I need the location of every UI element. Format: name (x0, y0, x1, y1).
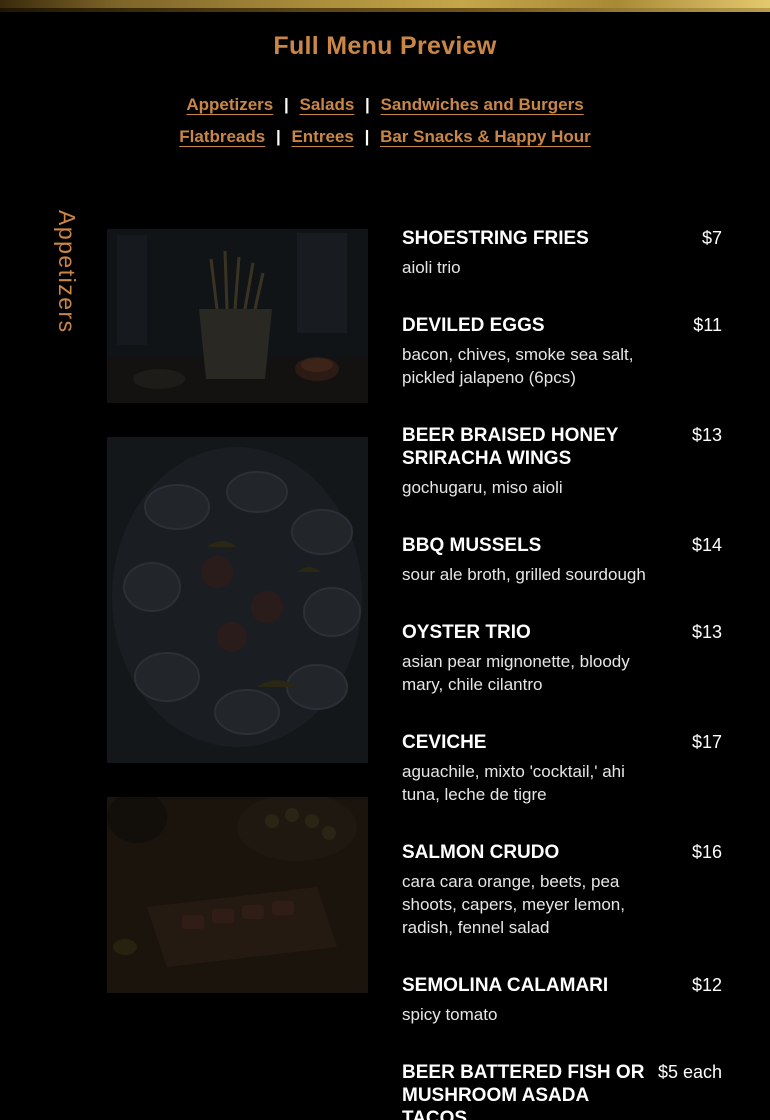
menu-item-description: bacon, chives, smoke sea salt, pickled j… (402, 345, 634, 387)
menu-item-price: $11 (693, 315, 722, 335)
oysters-photo (107, 437, 368, 763)
section-label-appetizers: Appetizers (54, 210, 80, 334)
menu-item-description: cara cara orange, beets, pea shoots, cap… (402, 872, 625, 937)
menu-item-name: BEER BATTERED FISH OR MUSHROOM ASADA TAC… (402, 1062, 645, 1120)
menu-item: DEVILED EGGS $11 bacon, chives, smoke se… (402, 314, 722, 424)
menu-item: OYSTER TRIO $13 asian pear mignonette, b… (402, 621, 722, 731)
nav-separator: | (275, 127, 281, 146)
nav-link-appetizers[interactable]: Appetizers (186, 95, 273, 114)
menu-item-name: BEER BRAISED HONEY SRIRACHA WINGS (402, 425, 619, 469)
menu-item-price: $13 (691, 425, 722, 445)
menu-item: BEER BRAISED HONEY SRIRACHA WINGS $13 go… (402, 424, 722, 534)
menu-item-name: DEVILED EGGS (402, 315, 545, 336)
menu-item-description: gochugaru, miso aioli (402, 478, 563, 497)
menu-item-price: $5 each (657, 1062, 722, 1082)
menu-item-price: $13 (691, 622, 722, 642)
nav-separator: | (365, 95, 370, 114)
crudo-photo (107, 797, 368, 993)
menu-item: SALMON CRUDO $16 cara cara orange, beets… (402, 841, 722, 974)
menu-item: BEER BATTERED FISH OR MUSHROOM ASADA TAC… (402, 1061, 722, 1120)
nav-separator: | (364, 127, 370, 146)
menu-item-name: SEMOLINA CALAMARI (402, 975, 609, 996)
category-nav-row-1: Appetizers | Salads | Sandwiches and Bur… (0, 93, 770, 125)
menu-item-description: spicy tomato (402, 1005, 498, 1024)
menu-item-price: $14 (691, 535, 722, 555)
category-nav-row-2: Flatbreads | Entrees | Bar Snacks & Happ… (0, 125, 770, 157)
menu-item-price: $16 (691, 842, 722, 862)
menu-item-name: OYSTER TRIO (402, 622, 531, 643)
nav-link-bar-snacks-happy-hour[interactable]: Bar Snacks & Happy Hour (380, 127, 591, 146)
menu-item: CEVICHE $17 aguachile, mixto 'cocktail,'… (402, 731, 722, 841)
nav-link-salads[interactable]: Salads (299, 95, 354, 114)
menu-item-description: aioli trio (402, 258, 461, 277)
category-nav: Appetizers | Salads | Sandwiches and Bur… (0, 93, 770, 157)
nav-link-sandwiches-burgers[interactable]: Sandwiches and Burgers (381, 95, 584, 114)
menu-item-name: SALMON CRUDO (402, 842, 560, 863)
appetizers-menu-list: SHOESTRING FRIES $7 aioli trio DEVILED E… (402, 227, 722, 1120)
page-title: Full Menu Preview (273, 32, 497, 60)
menu-item-price: $7 (701, 228, 722, 248)
menu-item-description: aguachile, mixto 'cocktail,' ahi tuna, l… (402, 762, 625, 804)
nav-link-flatbreads[interactable]: Flatbreads (179, 127, 265, 146)
nav-link-entrees[interactable]: Entrees (291, 127, 353, 146)
header-image-strip (0, 0, 770, 12)
menu-item-price: $17 (691, 732, 722, 752)
menu-item-name: CEVICHE (402, 732, 487, 753)
menu-item: BBQ MUSSELS $14 sour ale broth, grilled … (402, 534, 722, 621)
nav-separator: | (283, 95, 289, 114)
menu-item-price: $12 (691, 975, 722, 995)
menu-item-description: sour ale broth, grilled sourdough (402, 565, 646, 584)
menu-item-name: SHOESTRING FRIES (402, 228, 589, 249)
menu-item-name: BBQ MUSSELS (402, 535, 542, 556)
menu-item-description: asian pear mignonette, bloody mary, chil… (402, 652, 630, 694)
fries-photo (107, 229, 368, 403)
menu-item: SEMOLINA CALAMARI $12 spicy tomato (402, 974, 722, 1061)
menu-item: SHOESTRING FRIES $7 aioli trio (402, 227, 722, 314)
